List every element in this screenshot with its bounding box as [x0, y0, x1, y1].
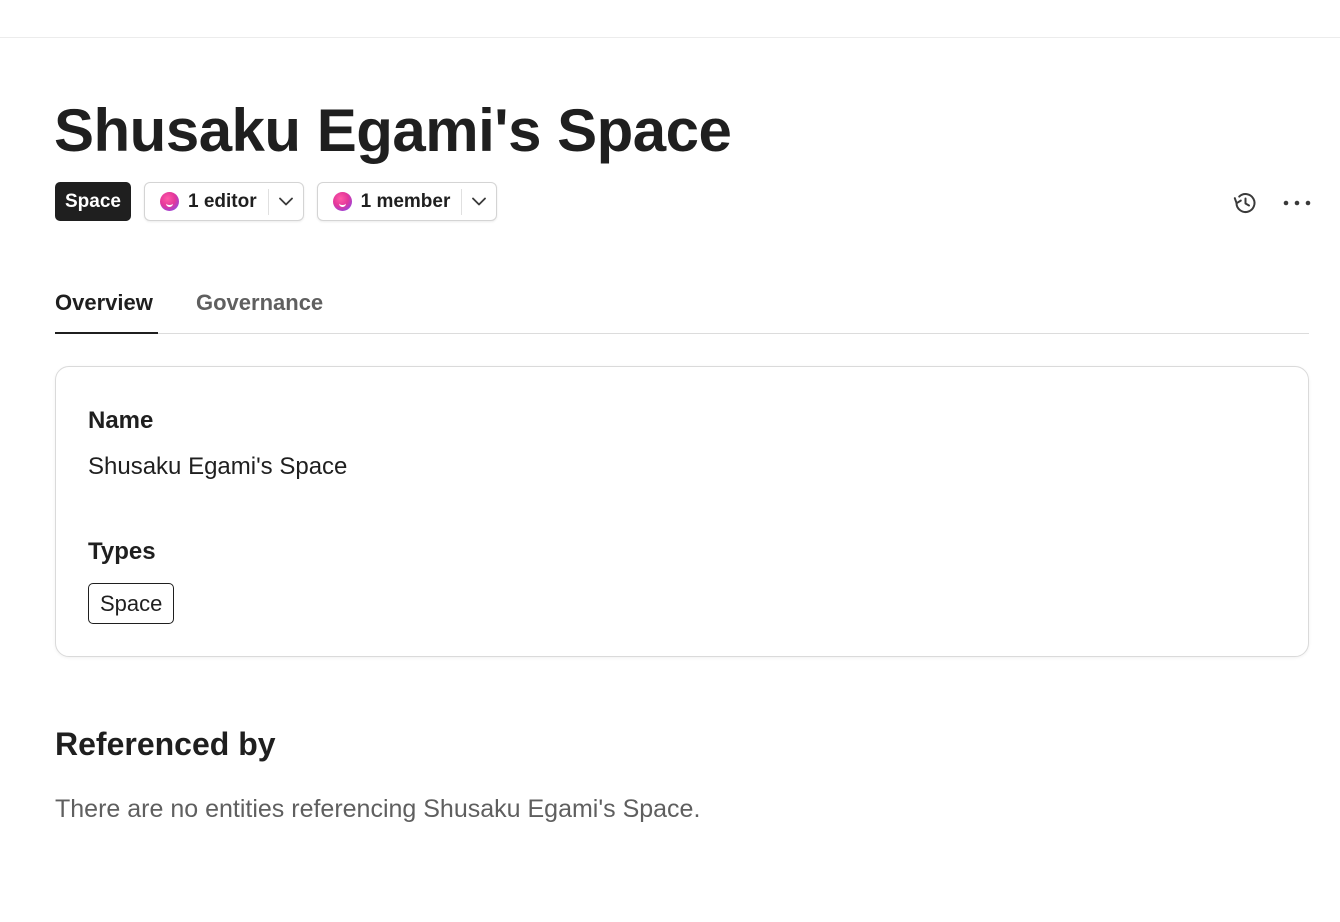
avatar-icon: [332, 192, 352, 211]
name-label: Name: [88, 407, 154, 434]
overview-card: Name Shusaku Egami's Space Types Space: [55, 366, 1309, 657]
editors-button[interactable]: 1 editor: [145, 183, 268, 220]
tab-overview[interactable]: Overview: [55, 290, 158, 334]
name-value: Shusaku Egami's Space: [88, 453, 348, 480]
more-options-button[interactable]: [1280, 187, 1314, 219]
type-chip-space[interactable]: Space: [88, 583, 175, 624]
types-label: Types: [88, 538, 156, 565]
tab-bar: Overview Governance: [55, 278, 1309, 334]
editors-dropdown[interactable]: 1 editor: [143, 182, 304, 221]
top-bar: [0, 0, 1340, 38]
history-button[interactable]: [1229, 187, 1261, 219]
members-button[interactable]: 1 member: [318, 183, 462, 220]
page-title: Shusaku Egami's Space: [54, 97, 732, 164]
more-horizontal-icon: [1283, 200, 1311, 206]
tab-governance[interactable]: Governance: [196, 290, 323, 334]
history-icon: [1233, 193, 1256, 214]
referenced-by-empty-text: There are no entities referencing Shusak…: [55, 795, 701, 823]
editors-label: 1 editor: [187, 190, 257, 212]
chevron-down-icon[interactable]: [269, 183, 303, 220]
entity-meta-row: Space 1 editor 1 member: [55, 182, 498, 221]
members-label: 1 member: [360, 190, 451, 212]
avatar-icon: [159, 192, 179, 211]
referenced-by-heading: Referenced by: [55, 726, 276, 762]
entity-type-badge: Space: [55, 182, 131, 221]
chevron-down-icon[interactable]: [462, 183, 496, 220]
members-dropdown[interactable]: 1 member: [316, 182, 498, 221]
